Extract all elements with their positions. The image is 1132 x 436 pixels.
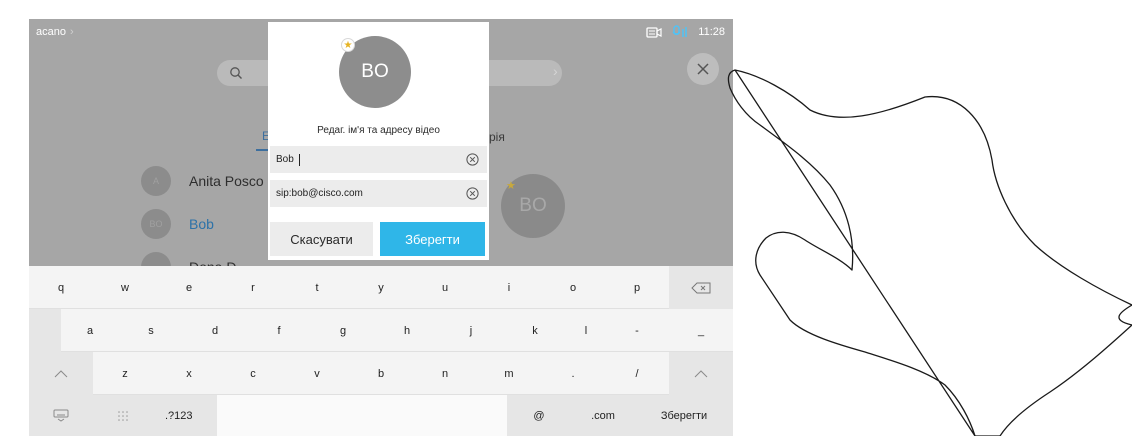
hand-pointing-icon xyxy=(727,69,1132,436)
